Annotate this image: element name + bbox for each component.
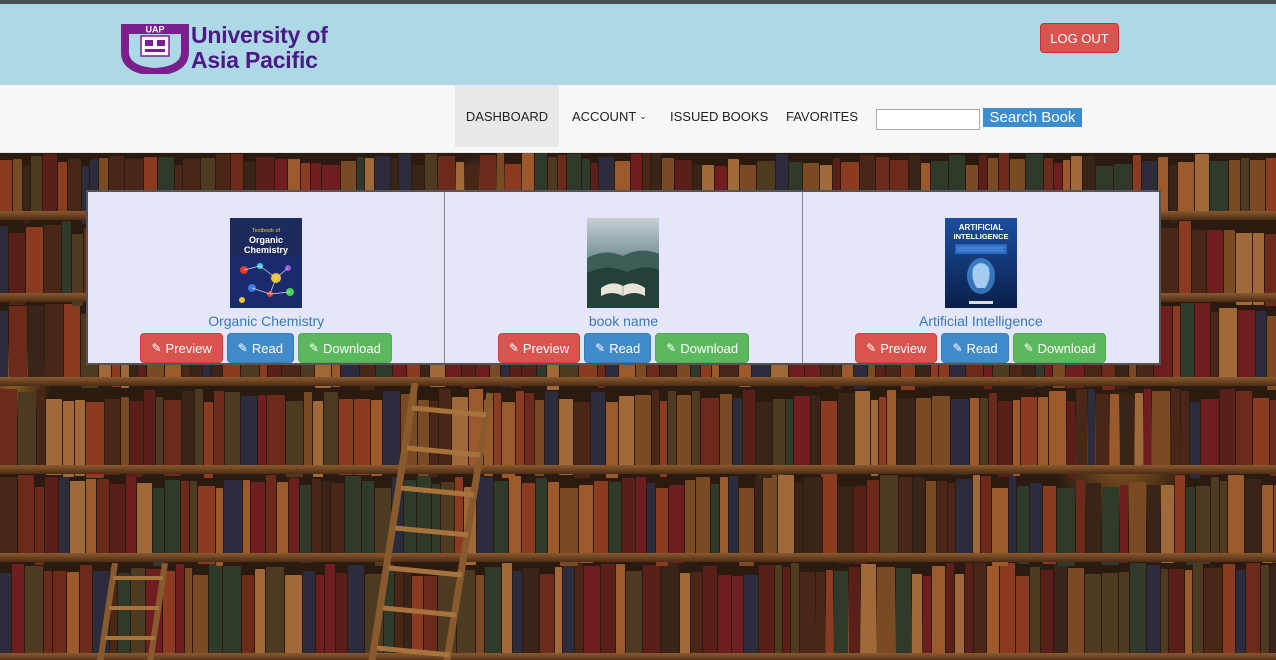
cover-text-3: Chemistry [244, 245, 288, 255]
download-button[interactable]: ✎ Download [1012, 333, 1107, 363]
search-input[interactable] [876, 109, 980, 130]
book-actions: ✎ Preview ✎ Read ✎ Download [88, 333, 444, 363]
preview-button[interactable]: ✎ Preview [497, 333, 581, 363]
pencil-icon: ✎ [237, 341, 248, 355]
book-cover[interactable]: ARTIFICIAL INTELLIGENCE [944, 218, 1017, 308]
cover-text-1: Textbook of [252, 228, 281, 234]
book-card: ARTIFICIAL INTELLIGENCE Artificial Intel… [803, 192, 1159, 363]
download-label: Download [323, 340, 381, 356]
book-actions: ✎ Preview ✎ Read ✎ Download [445, 333, 801, 363]
university-logo[interactable]: UAP University of Asia Pacific [117, 21, 337, 77]
nav-favorites-label: FAVORITES [786, 108, 858, 124]
read-button[interactable]: ✎ Read [941, 333, 1009, 363]
download-button[interactable]: ✎ Download [655, 333, 750, 363]
ladder-decoration [368, 383, 494, 660]
read-button[interactable]: ✎ Read [584, 333, 652, 363]
pencil-icon: ✎ [952, 341, 963, 355]
preview-label: Preview [880, 340, 927, 356]
pencil-icon: ✎ [666, 341, 677, 355]
preview-button[interactable]: ✎ Preview [140, 333, 223, 363]
crest-icon: UAP [117, 22, 189, 77]
preview-button[interactable]: ✎ Preview [855, 333, 938, 363]
pencil-icon: ✎ [308, 341, 319, 355]
ladder-decoration-small [97, 563, 168, 660]
chevron-down-icon: ⌄ [639, 110, 647, 121]
logo-line-2: Asia Pacific [191, 47, 318, 73]
read-label: Read [609, 340, 641, 356]
main-navbar: DASHBOARD ACCOUNT ⌄ ISSUED BOOKS FAVORIT… [0, 85, 1276, 153]
book-card: book name ✎ Preview ✎ Read ✎ Download [445, 192, 803, 363]
pencil-icon: ✎ [151, 341, 162, 355]
books-panel: Textbook of Organic Chemistry Organic Ch… [86, 190, 1161, 365]
book-title[interactable]: Organic Chemistry [88, 313, 444, 329]
download-label: Download [680, 340, 739, 356]
site-header: UAP University of Asia Pacific LOG OUT [0, 4, 1276, 85]
nav-issued-books[interactable]: ISSUED BOOKS [670, 85, 768, 147]
logo-line-1: University of [191, 22, 328, 48]
nav-dashboard-label: DASHBOARD [465, 108, 549, 124]
book-title[interactable]: book name [445, 313, 801, 329]
book-cover[interactable]: Textbook of Organic Chemistry [230, 218, 303, 308]
search-book-button[interactable]: Search Book [983, 108, 1082, 127]
nav-dashboard[interactable]: DASHBOARD [455, 85, 559, 147]
cover-text-1: ARTIFICIAL [959, 223, 1004, 232]
read-label: Read [251, 340, 283, 356]
preview-label: Preview [165, 340, 212, 356]
pencil-icon: ✎ [866, 341, 877, 355]
crest-label: UAP [145, 25, 164, 35]
read-label: Read [966, 340, 998, 356]
pencil-icon: ✎ [508, 341, 519, 355]
preview-label: Preview [522, 340, 570, 356]
book-card: Textbook of Organic Chemistry Organic Ch… [88, 192, 446, 363]
cover-text-2: Organic [249, 235, 283, 245]
book-title[interactable]: Artificial Intelligence [803, 313, 1159, 329]
nav-issued-books-label: ISSUED BOOKS [670, 108, 769, 124]
book-actions: ✎ Preview ✎ Read ✎ Download [803, 333, 1159, 363]
logout-button[interactable]: LOG OUT [1040, 23, 1119, 53]
nav-account[interactable]: ACCOUNT ⌄ [572, 85, 647, 147]
read-button[interactable]: ✎ Read [226, 333, 294, 363]
book-cover[interactable] [587, 218, 660, 308]
download-button[interactable]: ✎ Download [297, 333, 392, 363]
download-label: Download [1037, 340, 1096, 356]
nav-account-label: ACCOUNT [572, 108, 637, 124]
pencil-icon: ✎ [595, 341, 606, 355]
nav-favorites[interactable]: FAVORITES [786, 85, 858, 147]
logo-text: University of Asia Pacific [191, 23, 328, 73]
pencil-icon: ✎ [1023, 341, 1034, 355]
cover-text-2: INTELLIGENCE [953, 232, 1008, 241]
